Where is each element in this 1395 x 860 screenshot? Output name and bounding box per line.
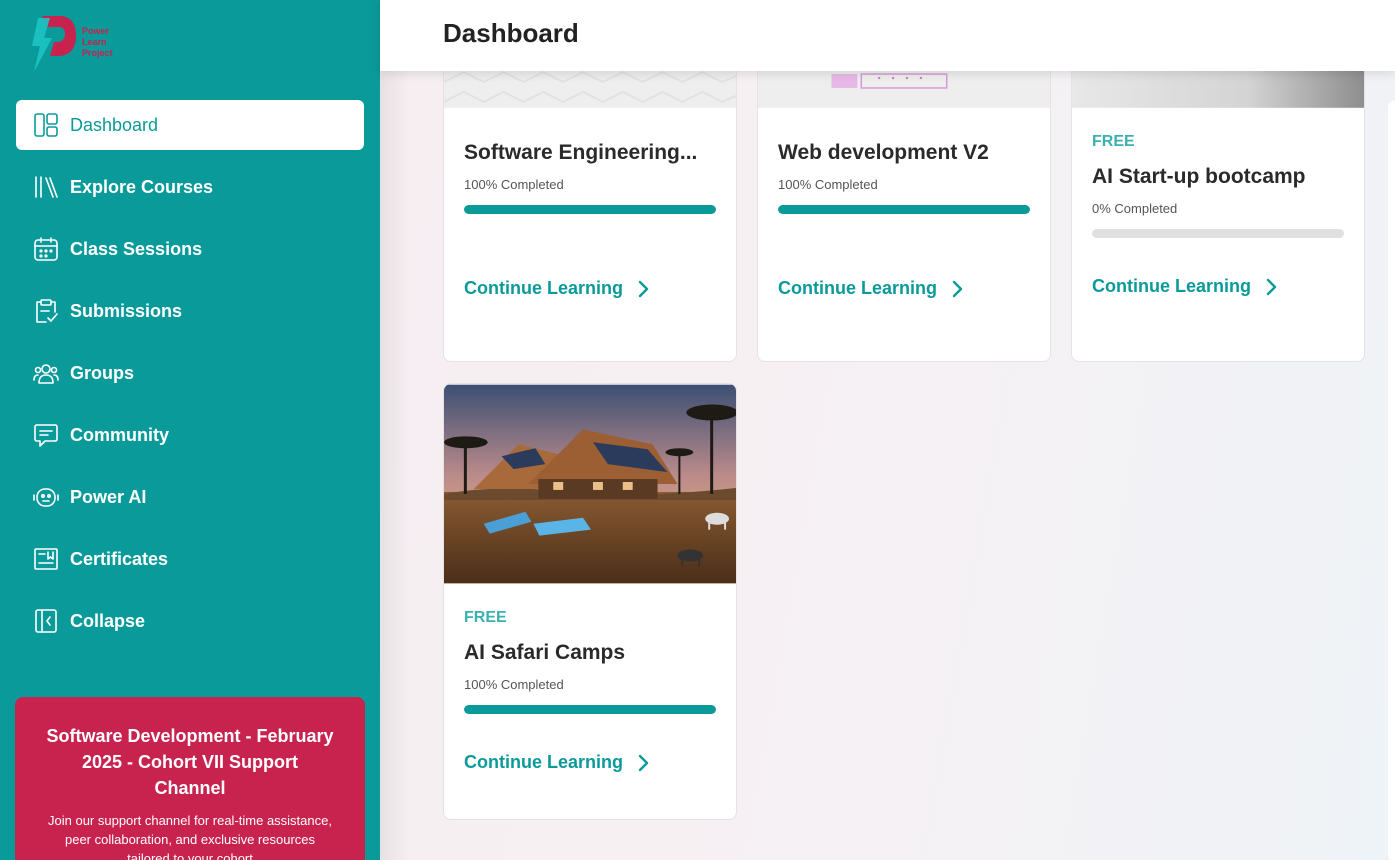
right-panel-edge <box>1388 101 1395 860</box>
course-progress-bar <box>464 205 716 214</box>
course-progress-fill <box>778 205 1030 214</box>
sidebar-item-label: Power AI <box>70 486 147 507</box>
logo-line: Project <box>82 48 113 58</box>
sidebar-item-label: Dashboard <box>70 114 159 135</box>
users-icon <box>32 359 60 387</box>
sidebar-item-explore-courses[interactable]: Explore Courses <box>16 162 364 212</box>
sidebar-item-collapse[interactable]: Collapse <box>16 596 364 646</box>
sidebar-item-dashboard[interactable]: Dashboard <box>16 100 364 150</box>
collapse-icon <box>32 607 60 635</box>
course-progress-label: 100% Completed <box>464 677 564 692</box>
sidebar-nav: Dashboard Explore Courses Class Sessions… <box>16 100 364 658</box>
chevron-right-icon <box>1266 278 1277 295</box>
continue-learning-button[interactable]: Continue Learning <box>1092 276 1344 297</box>
sidebar-item-community[interactable]: Community <box>16 410 364 460</box>
course-progress-label: 0% Completed <box>1092 201 1178 216</box>
sidebar-item-label: Community <box>70 424 169 445</box>
course-progress-label: 100% Completed <box>778 177 878 192</box>
books-icon <box>32 173 60 201</box>
safari-camp-thumbnail <box>444 384 736 584</box>
main-content: Software Engineering... 100% Completed C… <box>380 71 1395 860</box>
support-channel-card[interactable]: Software Development - February 2025 - C… <box>15 697 365 860</box>
power-learn-project-logo[interactable]: Power Learn Project <box>28 12 128 74</box>
page-title: Dashboard <box>443 18 579 48</box>
continue-learning-button[interactable]: Continue Learning <box>464 278 716 299</box>
sidebar-item-certificates[interactable]: Certificates <box>16 534 364 584</box>
sidebar: Power Learn Project Dashboard Explore Co… <box>0 0 380 860</box>
logo-text: Power Learn Project <box>82 26 113 59</box>
chevron-right-icon <box>952 280 963 297</box>
sidebar-item-label: Groups <box>70 362 135 383</box>
course-thumbnail <box>1072 71 1364 108</box>
sidebar-item-label: Class Sessions <box>70 238 203 259</box>
course-progress-bar <box>464 705 716 714</box>
sidebar-item-label: Certificates <box>70 548 169 569</box>
continue-learning-button[interactable]: Continue Learning <box>778 278 1030 299</box>
free-badge: FREE <box>1092 133 1135 150</box>
course-title[interactable]: Software Engineering... <box>464 141 716 165</box>
chevron-right-icon <box>638 754 649 771</box>
sidebar-item-label: Submissions <box>70 300 183 321</box>
course-card[interactable]: Web development V2 100% Completed Contin… <box>757 71 1051 362</box>
free-badge: FREE <box>464 609 507 626</box>
certificate-icon <box>32 545 60 573</box>
support-channel-description: Join our support channel for real-time a… <box>48 813 332 860</box>
sidebar-item-groups[interactable]: Groups <box>16 348 364 398</box>
sidebar-item-label: Collapse <box>70 610 146 631</box>
course-progress-fill <box>464 205 716 214</box>
sidebar-item-power-ai[interactable]: Power AI <box>16 472 364 522</box>
continue-learning-button[interactable]: Continue Learning <box>464 752 716 773</box>
logo-mark-icon <box>32 16 76 72</box>
support-channel-title: Software Development - February 2025 - C… <box>46 726 334 798</box>
sidebar-item-label: Explore Courses <box>70 176 214 197</box>
logo-line: Power <box>82 26 110 36</box>
chevron-right-icon <box>638 280 649 297</box>
calendar-icon <box>32 235 60 263</box>
chat-icon <box>32 421 60 449</box>
course-thumbnail <box>758 71 1050 108</box>
continue-learning-label: Continue Learning <box>1092 276 1251 296</box>
robot-icon <box>32 483 60 511</box>
continue-learning-label: Continue Learning <box>464 278 623 298</box>
course-card[interactable]: FREE AI Safari Camps 100% Completed Cont… <box>443 383 737 820</box>
course-card[interactable]: FREE AI Start-up bootcamp 0% Completed C… <box>1071 71 1365 362</box>
course-thumbnail <box>444 71 736 108</box>
course-card[interactable]: Software Engineering... 100% Completed C… <box>443 71 737 362</box>
course-title[interactable]: AI Safari Camps <box>464 641 716 665</box>
course-progress-bar <box>1092 229 1344 238</box>
sidebar-item-class-sessions[interactable]: Class Sessions <box>16 224 364 274</box>
dashboard-icon <box>32 111 60 139</box>
course-progress-fill <box>464 705 716 714</box>
continue-learning-label: Continue Learning <box>778 278 937 298</box>
course-title[interactable]: AI Start-up bootcamp <box>1092 165 1344 189</box>
top-header: Dashboard <box>380 0 1395 71</box>
course-progress-bar <box>778 205 1030 214</box>
logo-line: Learn <box>82 37 107 47</box>
course-title[interactable]: Web development V2 <box>778 141 1030 165</box>
clipboard-check-icon <box>32 297 60 325</box>
sidebar-item-submissions[interactable]: Submissions <box>16 286 364 336</box>
continue-learning-label: Continue Learning <box>464 752 623 772</box>
course-progress-label: 100% Completed <box>464 177 564 192</box>
sidebar-shadow <box>380 71 410 860</box>
